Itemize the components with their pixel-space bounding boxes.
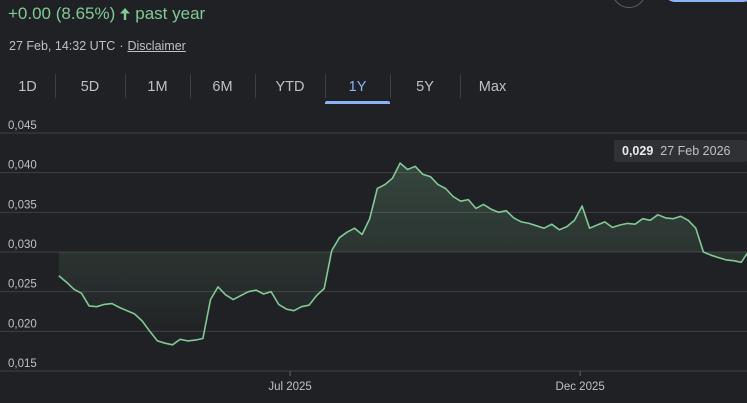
tab-1d[interactable]: 1D xyxy=(0,70,55,104)
y-tick-label: 0,025 xyxy=(8,279,37,291)
price-change-period: past year xyxy=(135,4,206,23)
range-tabs: 1D 5D 1M 6M YTD 1Y 5Y Max xyxy=(0,70,525,104)
tooltip-date: 27 Feb 2026 xyxy=(660,144,731,158)
arrow-up-icon xyxy=(119,7,131,21)
x-tick-label: Jul 2025 xyxy=(268,381,311,393)
tab-max[interactable]: Max xyxy=(460,70,525,104)
tab-1y[interactable]: 1Y xyxy=(325,70,390,104)
tab-1m[interactable]: 1M xyxy=(125,70,190,104)
price-change-value: +0.00 (8.65%) xyxy=(8,4,116,23)
y-tick-label: 0,040 xyxy=(8,160,37,172)
price-area-fill xyxy=(58,163,747,345)
tab-6m[interactable]: 6M xyxy=(190,70,255,104)
quote-meta: 27 Feb, 14:32 UTC · Disclaimer xyxy=(9,39,186,53)
y-tick-label: 0,030 xyxy=(8,239,37,251)
y-tick-label: 0,035 xyxy=(8,199,37,211)
disclaimer-link[interactable]: Disclaimer xyxy=(127,39,185,53)
y-tick-label: 0,015 xyxy=(8,358,37,370)
tab-5d[interactable]: 5D xyxy=(55,70,125,104)
follow-button[interactable] xyxy=(664,0,747,2)
share-button[interactable] xyxy=(612,0,646,8)
price-change-summary: +0.00 (8.65%) past year xyxy=(8,2,205,26)
tab-ytd[interactable]: YTD xyxy=(255,70,325,104)
tab-5y[interactable]: 5Y xyxy=(390,70,460,104)
y-tick-label: 0,020 xyxy=(8,318,37,330)
quote-timestamp: 27 Feb, 14:32 UTC xyxy=(9,39,116,53)
meta-separator: · xyxy=(119,39,124,53)
x-tick-label: Dec 2025 xyxy=(556,381,605,393)
chart-tooltip: 0,029 27 Feb 2026 xyxy=(614,140,747,162)
tooltip-value: 0,029 xyxy=(622,144,654,158)
y-tick-label: 0,045 xyxy=(8,120,37,132)
